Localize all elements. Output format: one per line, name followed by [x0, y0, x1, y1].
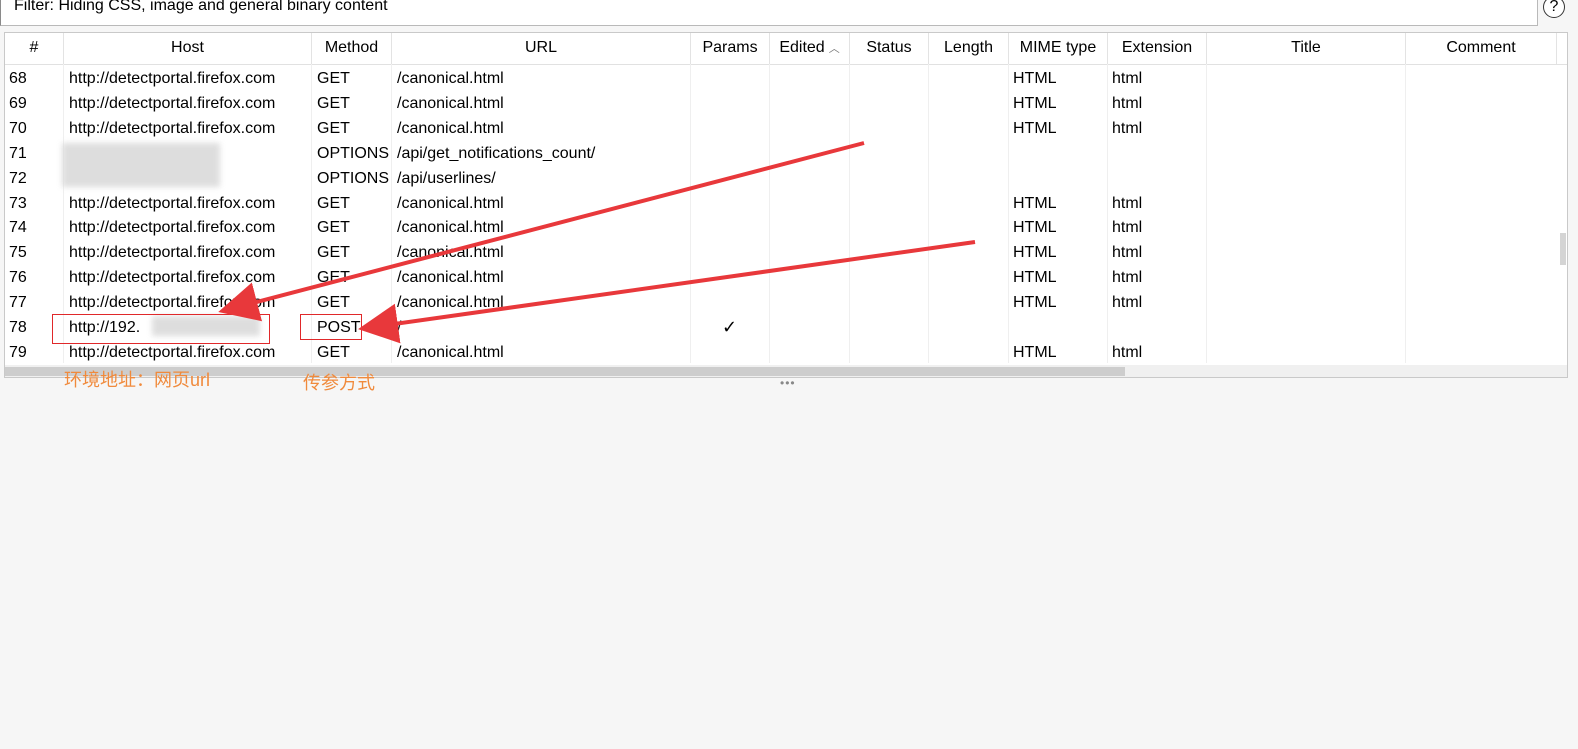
- cell-host: http://detectportal.firefox.com: [69, 244, 276, 262]
- cell-mime: HTML: [1013, 119, 1057, 137]
- redacted-host-blur: [62, 143, 220, 187]
- cell-mime: HTML: [1013, 219, 1057, 237]
- host-highlight-box: [52, 314, 270, 344]
- cell-url: /canonical.html: [397, 244, 504, 262]
- table-row[interactable]: 71 OPTIONS/api/get_notifications_count/: [5, 141, 1567, 166]
- cell-method: GET: [317, 219, 350, 237]
- cell-method: GET: [317, 269, 350, 287]
- column-header-comment[interactable]: Comment: [1406, 33, 1557, 64]
- cell-mime: HTML: [1013, 269, 1057, 287]
- cell-method: OPTIONS: [317, 169, 390, 187]
- cell-url: /api/get_notifications_count/: [397, 144, 596, 162]
- cell-ext: html: [1112, 294, 1143, 312]
- filter-bar[interactable]: Filter: Hiding CSS, image and general bi…: [0, 0, 1538, 26]
- cell-ext: html: [1112, 244, 1143, 262]
- host-annotation: 环境地址：网页url: [64, 370, 211, 390]
- cell-ext: html: [1112, 70, 1143, 87]
- cell-ext: html: [1112, 343, 1143, 361]
- table-row[interactable]: 70 http://detectportal.firefox.com GET/can…: [5, 116, 1567, 141]
- cell-num: 78: [9, 319, 27, 336]
- cell-method: GET: [317, 244, 350, 262]
- cell-num: 70: [9, 119, 27, 137]
- table-row[interactable]: 73 http://detectportal.firefox.com GET/can…: [5, 191, 1567, 216]
- cell-url: /canonical.html: [397, 219, 504, 237]
- cell-host: http://detectportal.firefox.com: [69, 119, 276, 137]
- cell-num: 73: [9, 194, 27, 212]
- cell-url: /canonical.html: [397, 70, 504, 87]
- method-annotation: 传参方式: [303, 373, 375, 393]
- cell-url: /api/userlines/: [397, 169, 496, 187]
- table-row[interactable]: 72 OPTIONS/api/userlines/: [5, 166, 1567, 191]
- sort-ascending-icon: ︿: [828, 43, 840, 55]
- cell-num: 74: [9, 219, 27, 237]
- column-header-host[interactable]: Host: [64, 33, 312, 64]
- cell-ext: html: [1112, 94, 1143, 112]
- column-header-edited[interactable]: Edited ︿: [770, 33, 850, 64]
- cell-mime: HTML: [1013, 294, 1057, 312]
- vertical-scrollbar-thumb[interactable]: [1560, 233, 1566, 265]
- cell-method: GET: [317, 94, 350, 112]
- cell-host: http://detectportal.firefox.com: [69, 219, 276, 237]
- cell-mime: HTML: [1013, 70, 1057, 87]
- cell-mime: HTML: [1013, 244, 1057, 262]
- cell-host: http://detectportal.firefox.com: [69, 194, 276, 212]
- table-row[interactable]: 74 http://detectportal.firefox.com GET/can…: [5, 215, 1567, 240]
- cell-num: 68: [9, 70, 27, 87]
- column-header-number[interactable]: #: [5, 33, 64, 64]
- table-row[interactable]: 68 http://detectportal.firefox.com GET/can…: [5, 66, 1567, 91]
- cell-url: /canonical.html: [397, 119, 504, 137]
- cell-method: OPTIONS: [317, 144, 390, 162]
- cell-num: 69: [9, 94, 27, 112]
- cell-method: GET: [317, 294, 350, 312]
- cell-num: 75: [9, 244, 27, 262]
- cell-ext: html: [1112, 219, 1143, 237]
- cell-host: http://detectportal.firefox.com: [69, 94, 276, 112]
- column-header-length[interactable]: Length: [929, 33, 1009, 64]
- column-header-title[interactable]: Title: [1207, 33, 1406, 64]
- cell-host: http://detectportal.firefox.com: [69, 269, 276, 287]
- cell-method: GET: [317, 70, 350, 87]
- cell-num: 77: [9, 294, 27, 312]
- help-icon[interactable]: ?: [1543, 0, 1565, 18]
- column-header-status[interactable]: Status: [850, 33, 929, 64]
- column-header-url[interactable]: URL: [392, 33, 691, 64]
- table-row[interactable]: 75 http://detectportal.firefox.com GET/can…: [5, 240, 1567, 265]
- column-header-params[interactable]: Params: [691, 33, 770, 64]
- column-header-method[interactable]: Method: [312, 33, 392, 64]
- cell-url: /canonical.html: [397, 343, 504, 361]
- column-header-edited-label: Edited: [779, 39, 825, 56]
- column-header-extension[interactable]: Extension: [1108, 33, 1207, 64]
- cell-ext: html: [1112, 119, 1143, 137]
- cell-method: GET: [317, 194, 350, 212]
- cell-url: /canonical.html: [397, 269, 504, 287]
- cell-url: /canonical.html: [397, 194, 504, 212]
- cell-url: /canonical.html: [397, 94, 504, 112]
- table-header: # Host Method URL Params Edited ︿ Status …: [5, 33, 1567, 65]
- table-row[interactable]: 77 http://detectportal.firefox.com GET/can…: [5, 290, 1567, 315]
- cell-params: ✓: [722, 317, 738, 337]
- cell-url: /canonical.html: [397, 294, 504, 312]
- cell-url: /: [397, 319, 402, 336]
- cell-ext: html: [1112, 269, 1143, 287]
- cell-num: 71: [9, 144, 27, 162]
- cell-host: http://detectportal.firefox.com: [69, 70, 276, 87]
- cell-mime: HTML: [1013, 94, 1057, 112]
- table-row[interactable]: 76 http://detectportal.firefox.com GET/can…: [5, 265, 1567, 290]
- table-row[interactable]: 69 http://detectportal.firefox.com GET/can…: [5, 91, 1567, 116]
- ellipsis-icon[interactable]: •••: [780, 376, 796, 390]
- cell-mime: HTML: [1013, 343, 1057, 361]
- cell-num: 76: [9, 269, 27, 287]
- cell-ext: html: [1112, 194, 1143, 212]
- cell-method: GET: [317, 119, 350, 137]
- cell-method: GET: [317, 343, 350, 361]
- cell-num: 72: [9, 169, 27, 187]
- filter-text[interactable]: Filter: Hiding CSS, image and general bi…: [14, 0, 388, 15]
- cell-num: 79: [9, 343, 27, 361]
- method-highlight-box: [300, 314, 362, 340]
- column-header-mime-type[interactable]: MIME type: [1009, 33, 1108, 64]
- cell-mime: HTML: [1013, 194, 1057, 212]
- cell-host: http://detectportal.firefox.com: [69, 294, 276, 312]
